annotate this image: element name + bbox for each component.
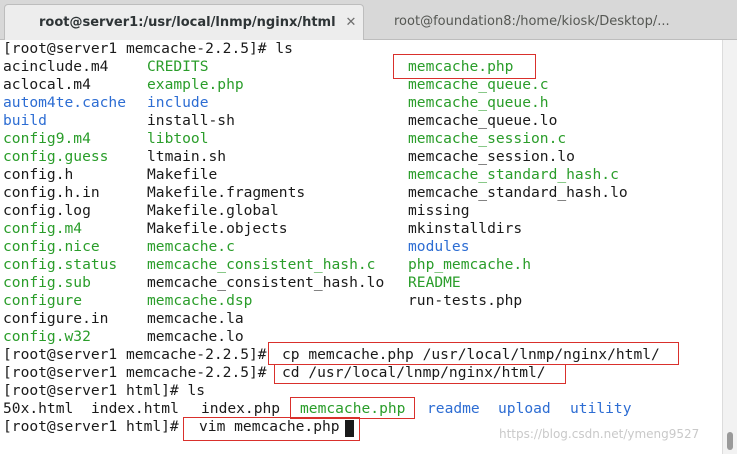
- terminal-text: memcache_standard_hash.lo: [408, 184, 628, 201]
- tab-server1[interactable]: root@server1:/usr/local/lnmp/nginx/html …: [4, 4, 364, 40]
- terminal-text: include: [147, 94, 209, 111]
- terminal-text: aclocal.m4: [3, 76, 91, 93]
- terminal-text: upload: [498, 400, 551, 417]
- highlight-box-ls-memcache: [290, 397, 415, 419]
- highlight-box-memcache-php: [393, 54, 536, 79]
- terminal-text: [root@server1 html]#: [3, 418, 179, 435]
- terminal-text: memcache.dsp: [147, 292, 253, 309]
- terminal-cursor: [345, 420, 354, 437]
- terminal-text: readme: [427, 400, 480, 417]
- terminal-text: modules: [408, 238, 470, 255]
- close-icon[interactable]: ✕: [341, 5, 361, 40]
- terminal-text: missing: [408, 202, 470, 219]
- terminal-text: mkinstalldirs: [408, 220, 523, 237]
- terminal-text: [root@server1 memcache-2.2.5]# ls: [3, 40, 293, 57]
- terminal-text: memcache_session.c: [408, 130, 567, 147]
- terminal-output[interactable]: [root@server1 memcache-2.2.5]# ls acinclu…: [0, 40, 720, 454]
- terminal-text: config.status: [3, 256, 118, 273]
- terminal-text: [root@server1 memcache-2.2.5]#: [3, 364, 267, 381]
- terminal-text: memcache_session.lo: [408, 148, 575, 165]
- terminal-text: [root@server1 memcache-2.2.5]#: [3, 346, 267, 363]
- scrollbar-thumb[interactable]: [727, 432, 733, 450]
- terminal-text: config.w32: [3, 328, 91, 345]
- terminal-text: config.guess: [3, 148, 109, 165]
- terminal-text: 50x.html: [3, 400, 74, 417]
- terminal-text: memcache_consistent_hash.c: [147, 256, 376, 273]
- tab-foundation8[interactable]: root@foundation8:/home/kiosk/Desktop/...: [368, 4, 734, 40]
- terminal-text: configure.in: [3, 310, 109, 327]
- highlight-box-vim-command: [183, 417, 360, 441]
- terminal-text: memcache.la: [147, 310, 244, 327]
- terminal-text: run-tests.php: [408, 292, 523, 309]
- terminal-text: Makefile: [147, 166, 218, 183]
- terminal-text: README: [408, 274, 461, 291]
- terminal-text: config.m4: [3, 220, 83, 237]
- tab-title: root@foundation8:/home/kiosk/Desktop/...: [394, 14, 670, 29]
- terminal-text: config.log: [3, 202, 91, 219]
- terminal-text: config.sub: [3, 274, 91, 291]
- terminal-text: memcache_standard_hash.c: [408, 166, 619, 183]
- terminal-text: memcache.c: [147, 238, 235, 255]
- terminal-text: configure: [3, 292, 83, 309]
- scrollbar[interactable]: [722, 40, 737, 454]
- terminal-text: memcache_queue.lo: [408, 112, 558, 129]
- terminal-text: example.php: [147, 76, 244, 93]
- terminal-text: libtool: [147, 130, 209, 147]
- terminal-tab-bar: root@server1:/usr/local/lnmp/nginx/html …: [0, 0, 737, 40]
- terminal-text: php_memcache.h: [408, 256, 532, 273]
- terminal-text: build: [3, 112, 47, 129]
- terminal-text: utility: [570, 400, 632, 417]
- terminal-text: index.php: [201, 400, 281, 417]
- terminal-text: Makefile.global: [147, 202, 279, 219]
- terminal-text: config.h: [3, 166, 74, 183]
- terminal-text: install-sh: [147, 112, 235, 129]
- terminal-text: index.html: [91, 400, 179, 417]
- terminal-text: memcache.lo: [147, 328, 244, 345]
- highlight-box-cp-command: [268, 342, 679, 365]
- terminal-text: autom4te.cache: [3, 94, 127, 111]
- terminal-text: acinclude.m4: [3, 58, 109, 75]
- tab-title: root@server1:/usr/local/lnmp/nginx/html: [39, 15, 336, 30]
- watermark: https://blog.csdn.net/ymeng9527: [499, 427, 700, 441]
- terminal-text: config.h.in: [3, 184, 100, 201]
- terminal-text: ltmain.sh: [147, 148, 227, 165]
- terminal-text: memcache_queue.h: [408, 94, 549, 111]
- terminal-text: CREDITS: [147, 58, 209, 75]
- terminal-text: config9.m4: [3, 130, 91, 147]
- terminal-text: Makefile.fragments: [147, 184, 306, 201]
- terminal-text: [root@server1 html]# ls: [3, 382, 206, 399]
- terminal-text: Makefile.objects: [147, 220, 288, 237]
- terminal-text: memcache_consistent_hash.lo: [147, 274, 385, 291]
- highlight-box-cd-command: [274, 364, 566, 384]
- terminal-text: config.nice: [3, 238, 100, 255]
